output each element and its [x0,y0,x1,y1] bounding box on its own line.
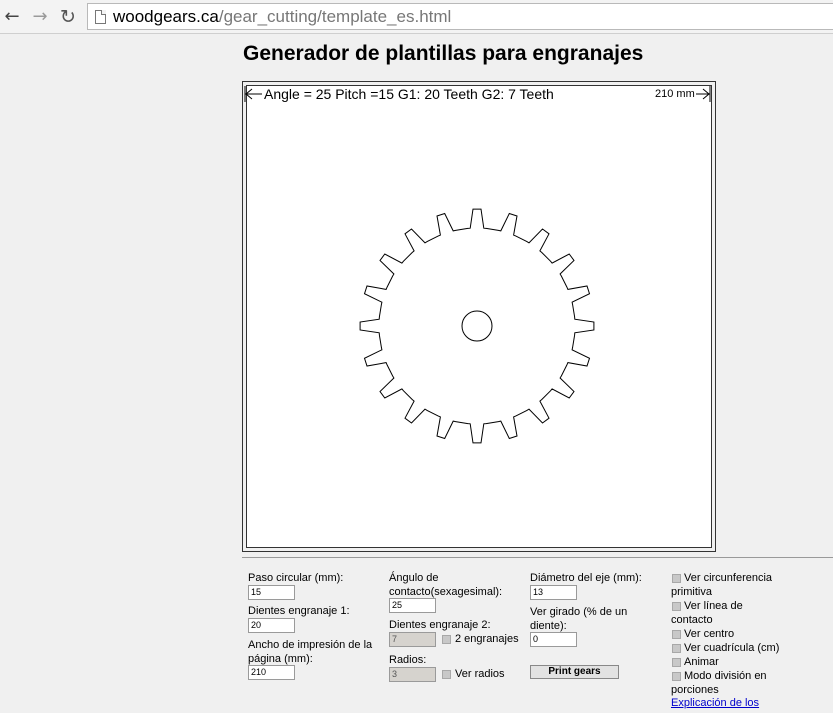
page-width-input[interactable]: 210 [248,665,295,680]
form-separator [242,557,833,558]
page-width-field-label-2: página (mm): [248,653,313,665]
contact-angle-label-2: contacto(sexagesimal): [389,586,503,598]
page-width-label: 210 mm [655,88,695,100]
show-grid-checkbox[interactable] [672,644,681,653]
contact-angle-input[interactable]: 25 [389,598,436,613]
pitch-circle-checkbox[interactable] [672,574,681,583]
gear2-teeth-label: Dientes engranaje 2: [389,619,491,631]
gear-outline [359,208,595,444]
shaft-diameter-input[interactable]: 13 [530,585,577,600]
slice-mode-label-2: porciones [671,684,719,696]
gear1-teeth-input[interactable]: 20 [248,618,295,633]
slice-mode-checkbox[interactable] [672,672,681,681]
print-gears-button[interactable]: Print gears [530,665,619,679]
slice-mode-label-1: Modo división en [684,670,767,682]
page-width-field-label-1: Ancho de impresión de la [248,639,373,651]
spokes-input[interactable]: 3 [389,667,436,682]
animate-checkbox[interactable] [672,658,681,667]
two-gears-label: 2 engranajes [455,633,519,645]
gear1-teeth-label: Dientes engranaje 1: [248,605,350,617]
contact-angle-label-1: Ángulo de [389,572,439,584]
rotated-label-1: Ver girado (% de un [530,606,628,618]
pitch-circle-label-2: primitiva [671,586,712,598]
show-grid-label: Ver cuadrícula (cm) [684,642,780,654]
pitch-circle-label-1: Ver circunferencia [684,572,773,584]
contact-line-checkbox[interactable] [672,602,681,611]
shaft-diameter-label: Diámetro del eje (mm): [530,572,642,584]
shaft-hole [461,310,493,342]
show-spokes-label: Ver radios [455,668,505,680]
show-spokes-checkbox[interactable] [442,670,451,679]
rotated-label-2: diente): [530,620,567,632]
show-center-label: Ver centro [684,628,735,640]
spokes-label: Radios: [389,654,427,666]
circular-pitch-input[interactable]: 15 [248,585,295,600]
contact-line-label-2: contacto [671,614,713,626]
contact-line-label-1: Ver línea de [684,600,743,612]
circular-pitch-label: Paso circular (mm): [248,572,344,584]
two-gears-checkbox[interactable] [442,635,451,644]
gear2-teeth-input[interactable]: 7 [389,632,436,647]
rotated-input[interactable]: 0 [530,632,577,647]
template-info: Angle = 25 Pitch =15 G1: 20 Teeth G2: 7 … [264,86,554,102]
explanation-link[interactable]: Explicación de los [671,697,759,709]
animate-label: Animar [684,656,719,668]
show-center-checkbox[interactable] [672,630,681,639]
